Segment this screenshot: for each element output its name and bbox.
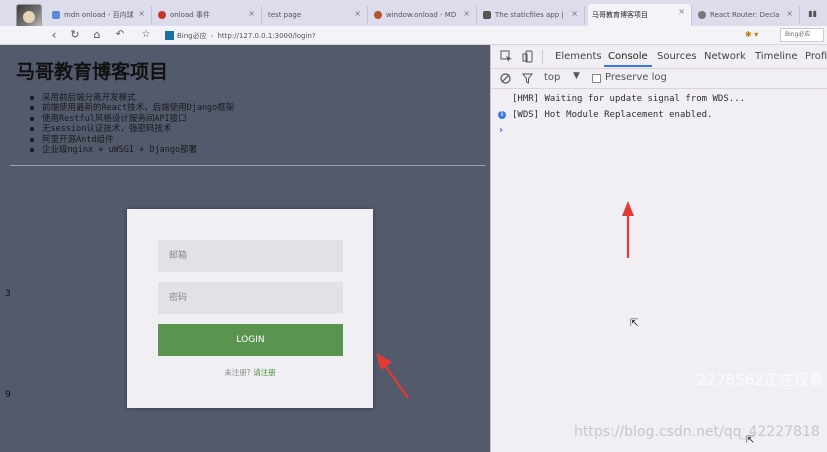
search-engine-label: Bing必应 bbox=[177, 31, 207, 40]
tab-elements[interactable]: Elements bbox=[555, 51, 602, 62]
close-tab-icon[interactable]: × bbox=[571, 9, 578, 18]
tab-label: window.onload - MDN bbox=[386, 11, 456, 19]
preserve-log-label: Preserve log bbox=[605, 72, 667, 83]
register-link[interactable]: 请注册 bbox=[253, 368, 276, 377]
list-item: 前端使用最新的React技术，后端使用Django框架 bbox=[26, 103, 234, 113]
register-prompt-text: 未注册? bbox=[224, 368, 251, 377]
password-field[interactable]: 密码 bbox=[158, 282, 343, 314]
tab-console[interactable]: Console bbox=[604, 51, 652, 67]
register-prompt: 未注册? 请注册 bbox=[127, 367, 373, 378]
browser-tab-5[interactable]: The staticfiles app | Djan... × bbox=[479, 6, 585, 24]
console-message: [WDS] Hot Module Replacement enabled. bbox=[512, 110, 713, 120]
page-viewport: 马哥教育博客项目 采用前后端分离开发模式 前端使用最新的React技术，后端使用… bbox=[0, 45, 490, 452]
tab-label: test page bbox=[268, 11, 302, 19]
tab-label: 马哥教育博客项目 bbox=[592, 11, 648, 19]
back-icon[interactable]: ‹ bbox=[47, 27, 61, 43]
home-icon[interactable]: ⌂ bbox=[90, 27, 104, 43]
toolbar-separator bbox=[542, 50, 543, 64]
device-toolbar-icon[interactable] bbox=[522, 50, 535, 63]
site-favicon-icon bbox=[158, 11, 166, 19]
undo-dropdown-icon[interactable]: ↶ bbox=[113, 27, 127, 43]
tab-sources[interactable]: Sources bbox=[657, 51, 697, 62]
close-tab-icon[interactable]: × bbox=[354, 9, 361, 18]
list-item: 企业级nginx + uWSGI + Django部署 bbox=[26, 145, 234, 155]
mouse-cursor-icon: ⇱ bbox=[630, 318, 639, 329]
tab-timeline[interactable]: Timeline bbox=[755, 51, 798, 62]
info-icon: i bbox=[498, 111, 506, 119]
viewer-count-watermark: 2278562正在观看 bbox=[697, 371, 824, 389]
address-separator: › bbox=[210, 31, 214, 40]
tab-network[interactable]: Network bbox=[704, 51, 746, 62]
divider bbox=[10, 165, 485, 166]
extension-icon[interactable]: ✱ ▾ bbox=[745, 30, 758, 39]
address-bar[interactable]: Bing必应 › http://127.0.0.1:3000/login? bbox=[165, 28, 740, 43]
list-item: 阿里开源Antd组件 bbox=[26, 135, 234, 145]
reload-icon[interactable]: ↻ bbox=[68, 27, 82, 43]
margin-number: 3 bbox=[5, 289, 11, 299]
console-message: [HMR] Waiting for update signal from WDS… bbox=[512, 94, 745, 104]
browser-tab-4[interactable]: window.onload - MDN × bbox=[370, 6, 477, 24]
tab-profiles[interactable]: Profil bbox=[805, 51, 827, 62]
console-toolbar: top ▼ Preserve log bbox=[491, 69, 827, 89]
devtools-tabbar: Elements Console Sources Network Timelin… bbox=[491, 45, 827, 69]
clear-console-icon[interactable] bbox=[500, 73, 511, 84]
list-item: 无session认证技术，强密码技术 bbox=[26, 124, 234, 134]
login-button[interactable]: LOGIN bbox=[158, 324, 343, 356]
login-form: 邮箱 密码 LOGIN 未注册? 请注册 bbox=[127, 209, 373, 408]
close-tab-icon[interactable]: × bbox=[678, 7, 685, 16]
context-selector[interactable]: top bbox=[544, 72, 560, 83]
preserve-log-checkbox[interactable] bbox=[592, 74, 601, 83]
browser-tab-3[interactable]: test page × bbox=[264, 6, 368, 24]
django-favicon-icon bbox=[483, 11, 491, 19]
close-tab-icon[interactable]: × bbox=[463, 9, 470, 18]
favorite-star-icon[interactable]: ☆ bbox=[139, 27, 153, 43]
close-tab-icon[interactable]: × bbox=[248, 9, 255, 18]
list-item: 使用Restful风格设计服务间API接口 bbox=[26, 114, 234, 124]
url-watermark: https://blog.csdn.net/qq_42227818 bbox=[574, 424, 820, 440]
browser-tab-active[interactable]: 马哥教育博客项目 × bbox=[588, 4, 692, 26]
address-toolbar: ‹ ↻ ⌂ ↶ ☆ Bing必应 › http://127.0.0.1:3000… bbox=[0, 26, 827, 45]
inspect-element-icon[interactable] bbox=[500, 50, 513, 63]
devtools-panel: Elements Console Sources Network Timelin… bbox=[490, 45, 827, 452]
bing-favicon-icon bbox=[52, 11, 60, 19]
bing-icon bbox=[165, 31, 174, 40]
page-title: 马哥教育博客项目 bbox=[16, 61, 169, 83]
margin-number: 9 bbox=[5, 390, 11, 400]
tab-list-icon[interactable]: ▮▮ bbox=[808, 9, 817, 18]
url-text[interactable]: http://127.0.0.1:3000/login? bbox=[217, 32, 315, 40]
chevron-down-icon[interactable]: ▼ bbox=[573, 71, 580, 81]
list-item: 采用前后端分离开发模式 bbox=[26, 93, 234, 103]
annotation-arrow bbox=[376, 353, 409, 399]
mdn-favicon-icon bbox=[374, 11, 382, 19]
tab-label: React Router: Declarative... bbox=[710, 11, 780, 19]
tab-label: onload 事件 bbox=[170, 11, 210, 19]
close-tab-icon[interactable]: × bbox=[786, 9, 793, 18]
email-field[interactable]: 邮箱 bbox=[158, 240, 343, 272]
console-prompt[interactable]: › bbox=[499, 125, 503, 136]
browser-tab-strip: mdn onload - 百内球 Bing × onload 事件 × test… bbox=[0, 0, 827, 30]
browser-tab-7[interactable]: React Router: Declarative... × bbox=[694, 6, 800, 24]
tab-label: The staticfiles app | Djan... bbox=[495, 11, 565, 19]
tab-label: mdn onload - 百内球 Bing bbox=[64, 11, 134, 19]
browser-tab-1[interactable]: mdn onload - 百内球 Bing × bbox=[48, 6, 152, 24]
close-tab-icon[interactable]: × bbox=[138, 9, 145, 18]
react-router-favicon-icon bbox=[698, 11, 706, 19]
filter-icon[interactable] bbox=[522, 73, 533, 84]
annotation-arrow bbox=[622, 201, 634, 258]
search-box[interactable]: Bing必应 bbox=[780, 28, 824, 42]
browser-tab-2[interactable]: onload 事件 × bbox=[154, 6, 262, 24]
feature-list: 采用前后端分离开发模式 前端使用最新的React技术，后端使用Django框架 … bbox=[26, 93, 234, 155]
